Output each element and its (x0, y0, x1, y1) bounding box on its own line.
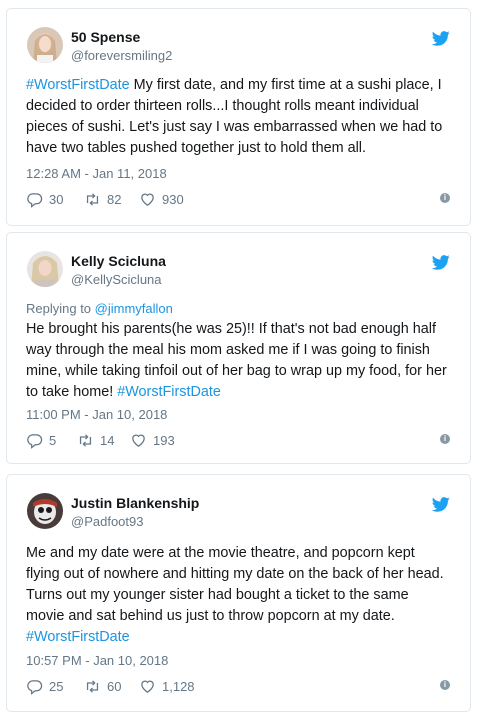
author-handle[interactable]: @KellyScicluna (71, 272, 162, 287)
retweet-icon (79, 434, 92, 447)
retweet-count: 60 (107, 679, 122, 694)
reply-count: 30 (49, 192, 64, 207)
replying-to: Replying to @jimmyfallon (26, 301, 173, 316)
avatar[interactable] (27, 251, 63, 287)
hashtag-link[interactable]: #WorstFirstDate (26, 77, 130, 93)
hashtag-link[interactable]: #WorstFirstDate (117, 384, 221, 400)
info-icon[interactable]: i (440, 680, 450, 690)
twitter-bird-icon[interactable] (432, 497, 450, 512)
author-name[interactable]: 50 Spense (71, 29, 140, 45)
reply-count: 5 (49, 433, 57, 448)
heart-icon (141, 680, 154, 693)
avatar[interactable] (27, 27, 63, 63)
replying-to-label: Replying to (26, 301, 95, 316)
reply-icon (27, 193, 43, 208)
reply-icon (27, 680, 43, 695)
reply-button[interactable]: 30 (26, 191, 63, 208)
tweet-timestamp[interactable]: 10:57 PM - Jan 10, 2018 (26, 653, 168, 668)
reply-button[interactable]: 25 (26, 678, 63, 695)
info-icon[interactable]: i (440, 434, 450, 444)
avatar[interactable] (27, 493, 63, 529)
tweet-body-text: Me and my date were at the movie theatre… (26, 545, 444, 624)
retweet-count: 14 (100, 433, 115, 448)
twitter-bird-icon[interactable] (432, 255, 450, 270)
retweet-button[interactable]: 14 (77, 432, 114, 449)
like-button[interactable]: 930 (139, 191, 184, 208)
retweet-icon (86, 680, 99, 693)
retweet-icon (86, 193, 99, 206)
tweet-text: He brought his parents(he was 25)!! If t… (26, 319, 450, 403)
like-button[interactable]: 193 (130, 432, 175, 449)
info-icon[interactable]: i (440, 193, 450, 203)
mention-link[interactable]: @jimmyfallon (95, 301, 173, 316)
like-button[interactable]: 1,128 (139, 678, 195, 695)
like-count: 930 (162, 192, 184, 207)
tweet-body-text: He brought his parents(he was 25)!! If t… (26, 321, 447, 400)
author-name[interactable]: Kelly Scicluna (71, 253, 166, 269)
twitter-bird-icon[interactable] (432, 31, 450, 46)
tweet-actions: 25 60 1,128 i (26, 678, 450, 698)
tweet-timestamp[interactable]: 11:00 PM - Jan 10, 2018 (26, 407, 167, 422)
hashtag-link[interactable]: #WorstFirstDate (26, 629, 130, 645)
retweet-count: 82 (107, 192, 122, 207)
tweet-text: Me and my date were at the movie theatre… (26, 543, 450, 648)
author-handle[interactable]: @foreversmiling2 (71, 48, 172, 63)
tweet-card[interactable]: 50 Spense @foreversmiling2 #WorstFirstDa… (6, 8, 471, 226)
reply-icon (27, 434, 43, 449)
tweet-card[interactable]: Kelly Scicluna @KellyScicluna Replying t… (6, 232, 471, 464)
tweet-text: #WorstFirstDate My first date, and my fi… (26, 75, 450, 159)
heart-icon (132, 434, 145, 447)
heart-icon (141, 193, 154, 206)
tweet-timestamp[interactable]: 12:28 AM - Jan 11, 2018 (26, 166, 167, 181)
retweet-button[interactable]: 82 (84, 191, 121, 208)
like-count: 1,128 (162, 679, 195, 694)
reply-button[interactable]: 5 (26, 432, 56, 449)
tweet-actions: 30 82 930 i (26, 191, 450, 211)
reply-count: 25 (49, 679, 64, 694)
tweet-card[interactable]: Justin Blankenship @Padfoot93 Me and my … (6, 474, 471, 712)
like-count: 193 (153, 433, 175, 448)
author-name[interactable]: Justin Blankenship (71, 495, 199, 511)
retweet-button[interactable]: 60 (84, 678, 121, 695)
author-handle[interactable]: @Padfoot93 (71, 514, 143, 529)
tweet-actions: 5 14 193 i (26, 432, 450, 452)
